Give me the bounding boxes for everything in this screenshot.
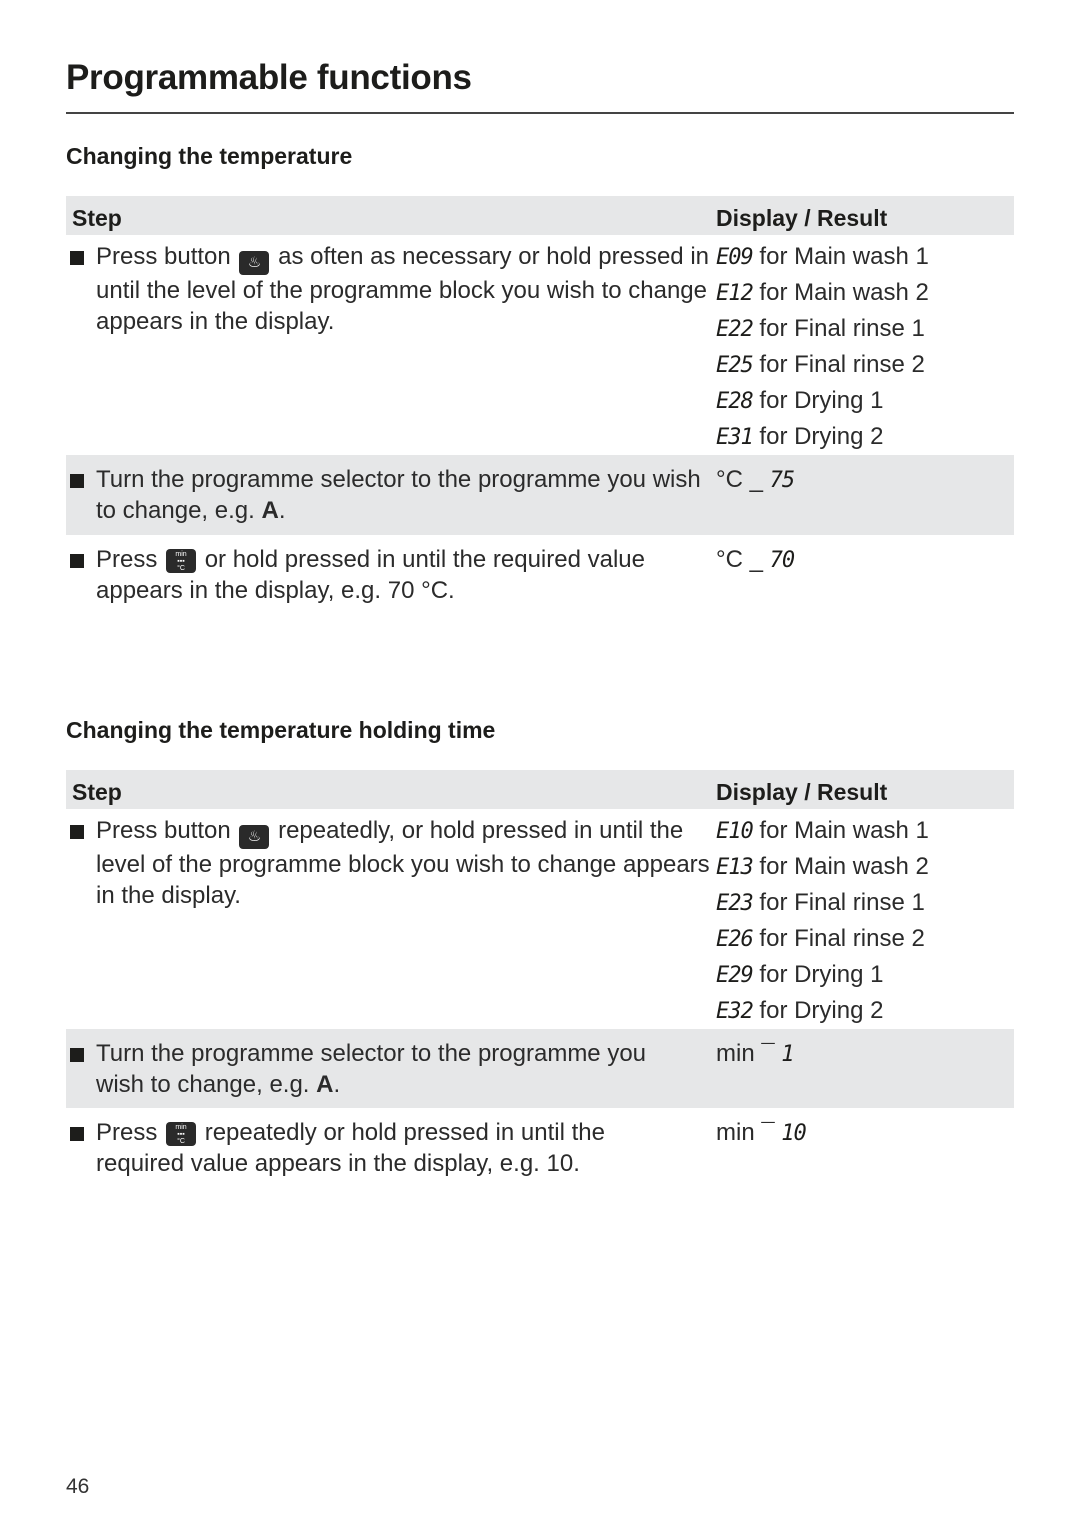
- table-row: Press min ▪▪▪ °C or hold pressed in until …: [66, 535, 1014, 625]
- display-code: E10: [716, 819, 754, 844]
- result-line: E12 for Main wash 2: [716, 279, 929, 306]
- bullet-icon: [70, 251, 84, 265]
- table-header: Step Display / Result: [66, 770, 1014, 809]
- header-display-result: Display / Result: [716, 205, 888, 231]
- bullet-icon: [70, 1127, 84, 1141]
- temperature-table: Step Display / Result Press button ♨ as …: [66, 196, 1014, 625]
- header-step: Step: [72, 205, 122, 231]
- display-code: E23: [716, 891, 754, 916]
- result-cell: min ¯ 1: [716, 1040, 795, 1067]
- bullet-icon: [70, 554, 84, 568]
- result-line: E23 for Final rinse 1: [716, 889, 925, 916]
- result-line: E32 for Drying 2: [716, 997, 884, 1024]
- table-header: Step Display / Result: [66, 196, 1014, 235]
- bullet-icon: [70, 1048, 84, 1062]
- table-row: Turn the programme selector to the progr…: [66, 455, 1014, 535]
- title-divider: [66, 112, 1014, 114]
- holding-time-table: Step Display / Result Press button ♨ rep…: [66, 770, 1014, 1198]
- result-cell: E10 for Main wash 1 E13 for Main wash 2 …: [716, 815, 1016, 1031]
- table-row: Press min ▪▪▪ °C repeatedly or hold presse…: [66, 1108, 1014, 1198]
- display-value: 70: [769, 548, 795, 573]
- result-line: E29 for Drying 1: [716, 961, 884, 988]
- display-code: E28: [716, 389, 754, 414]
- result-line: E13 for Main wash 2: [716, 853, 929, 880]
- result-line: E28 for Drying 1: [716, 387, 884, 414]
- display-code: E26: [716, 927, 754, 952]
- result-line: E22 for Final rinse 1: [716, 315, 925, 342]
- step-text: Press min ▪▪▪ °C repeatedly or hold presse…: [96, 1119, 605, 1177]
- header-display-result: Display / Result: [716, 779, 888, 805]
- step-text: Press min ▪▪▪ °C or hold pressed in until …: [96, 546, 645, 604]
- result-cell: min ¯ 10: [716, 1119, 807, 1146]
- page-title: Programmable functions: [66, 58, 472, 97]
- bullet-icon: [70, 474, 84, 488]
- min-celsius-button-icon: min ▪▪▪ °C: [166, 1122, 197, 1146]
- table-row: Press button ♨ repeatedly, or hold press…: [66, 809, 1014, 1029]
- table-row: Press button ♨ as often as necessary or …: [66, 235, 1014, 455]
- display-code: E22: [716, 317, 754, 342]
- display-value: 75: [769, 468, 795, 493]
- result-cell: °C _ 70: [716, 546, 795, 573]
- bullet-icon: [70, 825, 84, 839]
- heat-holding-button-icon: ♨: [239, 825, 270, 849]
- display-code: E25: [716, 353, 754, 378]
- section-heading-holding-time: Changing the temperature holding time: [66, 717, 496, 743]
- table-row: Turn the programme selector to the progr…: [66, 1029, 1014, 1108]
- result-line: E31 for Drying 2: [716, 423, 884, 450]
- result-cell: E09 for Main wash 1 E12 for Main wash 2 …: [716, 241, 1016, 457]
- display-code: E12: [716, 281, 754, 306]
- section-heading-temperature: Changing the temperature: [66, 143, 353, 169]
- step-text: Turn the programme selector to the progr…: [96, 466, 701, 524]
- display-code: E31: [716, 425, 754, 450]
- result-line: E09 for Main wash 1: [716, 243, 929, 270]
- page-number: 46: [66, 1475, 90, 1498]
- result-line: E10 for Main wash 1: [716, 817, 929, 844]
- display-value: 1: [781, 1042, 794, 1067]
- min-celsius-button-icon: min ▪▪▪ °C: [166, 549, 197, 573]
- display-code: E09: [716, 245, 754, 270]
- display-code: E32: [716, 999, 754, 1024]
- header-step: Step: [72, 779, 122, 805]
- heat-holding-button-icon: ♨: [239, 251, 270, 275]
- step-text: Press button ♨ as often as necessary or …: [96, 243, 710, 335]
- result-line: E26 for Final rinse 2: [716, 925, 925, 952]
- step-text: Press button ♨ repeatedly, or hold press…: [96, 817, 710, 909]
- result-line: E25 for Final rinse 2: [716, 351, 925, 378]
- display-code: E13: [716, 855, 754, 880]
- step-text: Turn the programme selector to the progr…: [96, 1040, 647, 1098]
- result-cell: °C _ 75: [716, 466, 795, 493]
- display-code: E29: [716, 963, 754, 988]
- display-value: 10: [781, 1121, 806, 1146]
